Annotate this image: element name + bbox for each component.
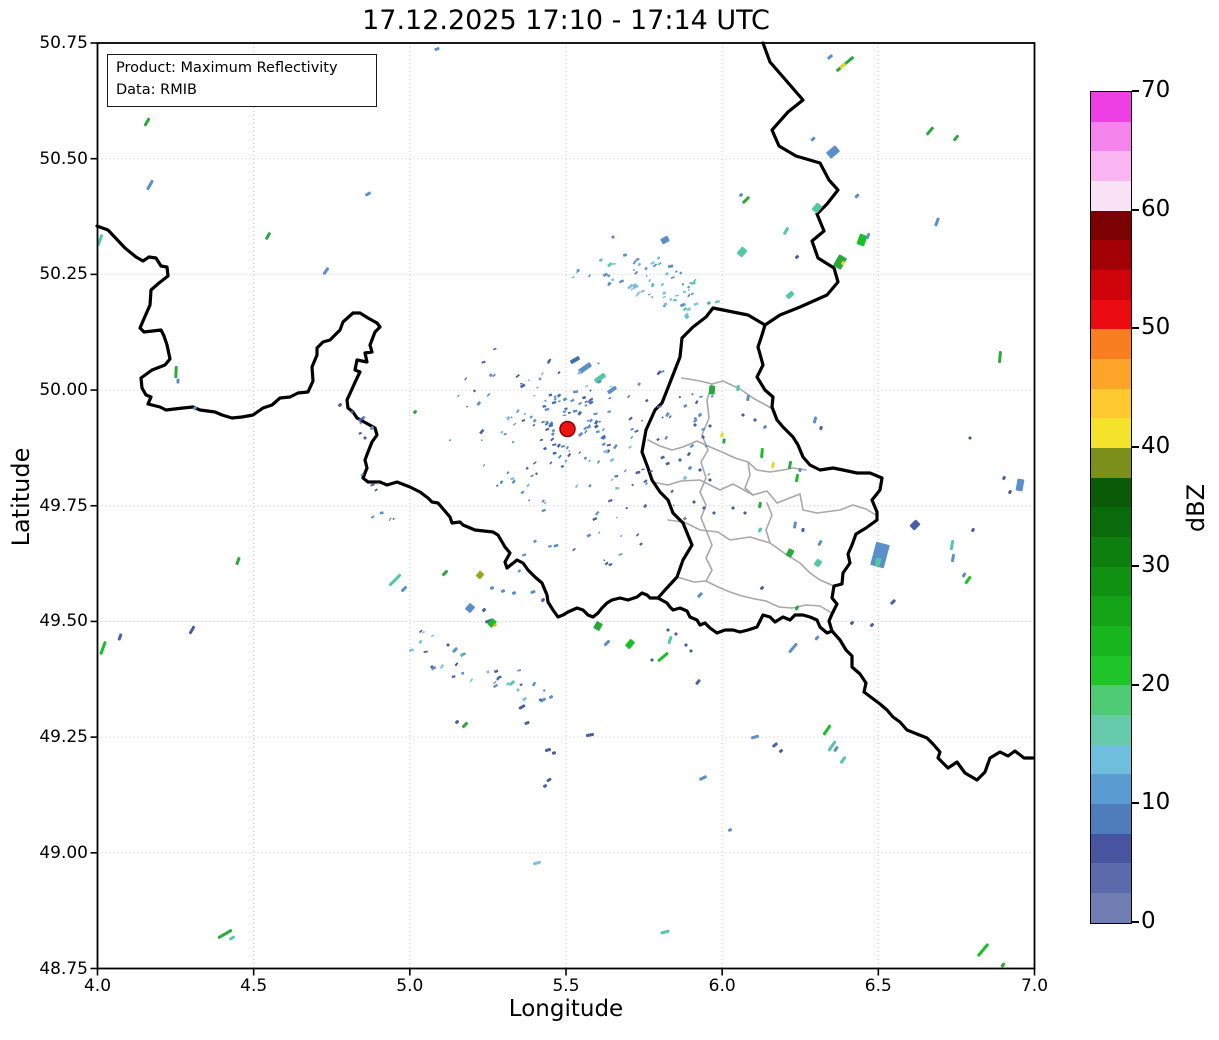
colorbar-segment — [1091, 507, 1131, 538]
colorbar-segment — [1091, 299, 1131, 330]
graticule-gridlines — [97, 43, 1035, 969]
colorbar-segment — [1091, 596, 1131, 627]
colorbar-segment — [1091, 715, 1131, 745]
y-tick-label: 49.50 — [39, 611, 88, 632]
colorbar-tick-mark — [1132, 921, 1139, 923]
colorbar-tick-label: 0 — [1141, 908, 1156, 934]
colorbar-segment — [1091, 270, 1131, 300]
radar-figure: 17.12.2025 17:10 - 17:14 UTC Product: Ma… — [0, 0, 1219, 1040]
colorbar-tick-mark — [1132, 446, 1139, 449]
colorbar-tick-label: 20 — [1141, 670, 1171, 697]
colorbar-tick-label: 70 — [1141, 77, 1171, 103]
colorbar-segment — [1091, 210, 1131, 241]
y-tick-label: 50.25 — [39, 264, 88, 285]
colorbar-segment — [1091, 388, 1131, 419]
colorbar-tick-label: 40 — [1141, 433, 1171, 460]
colorbar-segment — [1091, 448, 1131, 478]
y-tick-label: 50.00 — [39, 380, 88, 401]
product-info-box: Product: Maximum Reflectivity Data: RMIB — [107, 54, 377, 107]
colorbar-tick-mark — [1132, 327, 1139, 330]
figure-title: 17.12.2025 17:10 - 17:14 UTC — [362, 5, 770, 36]
axis-tick-marks — [90, 42, 1036, 976]
colorbar-segment — [1091, 744, 1131, 775]
colorbar-segment — [1091, 240, 1131, 271]
x-tick-label: 5.0 — [396, 976, 424, 996]
colorbar-tick-mark — [1132, 208, 1139, 211]
colorbar-segment — [1091, 537, 1131, 567]
colorbar-segment — [1091, 151, 1131, 182]
colorbar-segment — [1091, 566, 1131, 597]
colorbar-label: dBZ — [1182, 483, 1210, 533]
colorbar-tick-label: 50 — [1141, 314, 1171, 341]
x-tick-label: 7.0 — [1020, 976, 1049, 996]
colorbar-segment — [1091, 833, 1131, 864]
y-tick-label: 48.75 — [39, 958, 88, 979]
radar-clutter-speckles — [358, 253, 720, 702]
radar-site-dot — [559, 420, 576, 438]
product-info-line2: Data: RMIB — [116, 81, 197, 98]
colorbar-tick-label: 60 — [1141, 195, 1171, 222]
colorbar-segment — [1091, 863, 1131, 894]
colorbar-segment — [1091, 181, 1131, 211]
colorbar-tick-mark — [1132, 90, 1139, 92]
colorbar-segment — [1091, 92, 1131, 122]
colorbar-tick-mark — [1132, 683, 1139, 686]
y-tick-label: 50.50 — [39, 148, 88, 169]
colorbar-segment — [1091, 774, 1131, 805]
product-info-line1: Product: Maximum Reflectivity — [116, 60, 338, 76]
colorbar-segment — [1091, 893, 1131, 923]
colorbar — [1090, 91, 1132, 924]
x-tick-label: 4.0 — [83, 976, 112, 996]
colorbar-segment — [1091, 121, 1131, 152]
y-tick-label: 49.75 — [39, 495, 88, 516]
colorbar-tick-label: 10 — [1141, 789, 1171, 816]
y-tick-label: 50.75 — [39, 33, 88, 53]
colorbar-segment — [1091, 477, 1131, 508]
radar-echo-marks — [96, 47, 1025, 968]
colorbar-segment — [1091, 359, 1131, 389]
y-tick-label: 49.25 — [39, 727, 88, 748]
colorbar-tick-label: 30 — [1141, 551, 1171, 578]
colorbar-tick-mark — [1132, 564, 1139, 567]
colorbar-tick-mark — [1132, 802, 1139, 805]
colorbar-segment — [1091, 655, 1131, 686]
colorbar-segment — [1091, 329, 1131, 360]
x-tick-label: 6.0 — [708, 976, 736, 996]
colorbar-segment — [1091, 418, 1131, 449]
x-axis-label: Longitude — [508, 996, 624, 1022]
colorbar-segment — [1091, 685, 1131, 716]
x-tick-label: 5.5 — [552, 976, 580, 996]
map-canvas — [90, 41, 1036, 976]
colorbar-segment — [1091, 804, 1131, 834]
colorbar-segment — [1091, 626, 1131, 656]
y-tick-label: 49.00 — [39, 842, 88, 863]
x-tick-label: 4.5 — [240, 976, 268, 996]
x-tick-label: 6.5 — [864, 976, 892, 996]
